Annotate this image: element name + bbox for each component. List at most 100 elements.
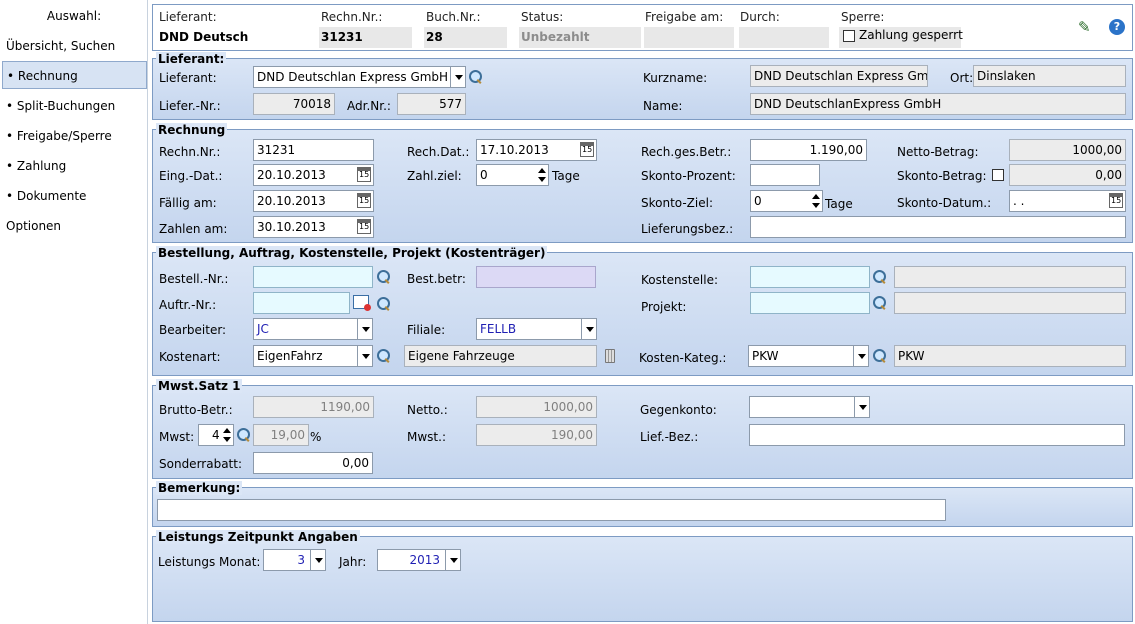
leistungs-monat-dropdown[interactable]: 3 [263, 549, 326, 571]
skontodatum-calendar-icon[interactable] [1109, 193, 1123, 208]
lieferant-dropdown[interactable]: DND Deutschlan Express GmbH [253, 66, 466, 88]
leistungs-monat-value: 3 [297, 553, 305, 567]
name-label: Name: [643, 99, 683, 113]
rechdat-input[interactable]: 17.10.2013 [476, 139, 597, 161]
bestellnr-search-icon[interactable] [376, 269, 391, 284]
zahlen-input[interactable]: 30.10.2013 [253, 216, 374, 238]
kostenstelle-search-icon[interactable] [872, 269, 887, 284]
edit-pen-icon[interactable]: ✎ [1078, 18, 1096, 36]
kostenkateg-desc: PKW [894, 345, 1126, 367]
kostenkateg-dropdown-arrow[interactable] [853, 346, 868, 366]
header-freigabe-value [644, 27, 734, 48]
gesbetr-input[interactable]: 1.190,00 [750, 139, 867, 161]
sidebar-item-zahlung[interactable]: • Zahlung [2, 152, 147, 180]
netto-betrag-field[interactable]: 1000,00 [1009, 139, 1126, 161]
leistungs-monat-dropdown-arrow[interactable] [310, 550, 325, 570]
sidebar-item-uebersicht[interactable]: Übersicht, Suchen [2, 32, 147, 60]
mwst-rate-field[interactable]: 19,00 [253, 424, 309, 446]
kurzname-field[interactable]: DND Deutschlan Express GmbH [750, 65, 928, 87]
auftrnr-search-icon[interactable] [376, 296, 391, 311]
jahr-dropdown-arrow[interactable] [445, 550, 460, 570]
kostenart-dropdown[interactable]: EigenFahrz [253, 345, 373, 367]
gegenkonto-label: Gegenkonto: [640, 403, 717, 417]
kurzname-label: Kurzname: [643, 71, 708, 85]
zahlziel-spinner[interactable] [536, 165, 548, 185]
sonderrabatt-input[interactable]: 0,00 [253, 452, 373, 474]
faellig-input[interactable]: 20.10.2013 [253, 190, 374, 212]
ort-field[interactable]: Dinslaken [973, 65, 1126, 87]
header-bar: Lieferant: DND Deutschlan Rechn.Nr.: 312… [152, 4, 1133, 51]
bemerkung-input[interactable] [157, 499, 946, 521]
ort-label: Ort: [950, 71, 974, 85]
filiale-dropdown-arrow[interactable] [581, 319, 596, 339]
sidebar-item-dokumente[interactable]: • Dokumente [2, 182, 147, 210]
skontodatum-input[interactable]: . . [1009, 190, 1126, 212]
skontoproz-input[interactable] [750, 164, 820, 186]
gegenkonto-dropdown[interactable] [749, 396, 870, 418]
rechnnr-label: Rechn.Nr.: [159, 145, 221, 159]
kostenkateg-search-icon[interactable] [872, 348, 887, 363]
bearbeiter-dropdown[interactable]: JC [253, 318, 373, 340]
auftrnr-label: Auftr.-Nr.: [159, 298, 217, 312]
adrnr-field[interactable]: 577 [397, 93, 466, 115]
projekt-input[interactable] [750, 292, 870, 314]
skontoziel-input[interactable]: 0 [750, 190, 823, 212]
kostenstelle-desc [894, 266, 1126, 288]
zahlziel-input[interactable]: 0 [476, 164, 549, 186]
sidebar-item-freigabe-sperre[interactable]: • Freigabe/Sperre [2, 122, 147, 150]
bestbetr-field[interactable] [476, 266, 596, 288]
lieferant-search-icon[interactable] [468, 69, 483, 84]
trash-icon[interactable] [605, 349, 615, 363]
liefbez-input[interactable] [749, 424, 1125, 446]
leistungs-monat-label: Leistungs Monat: [158, 555, 261, 569]
mwst-code-input[interactable]: 4 [198, 424, 234, 446]
header-sperre-label: Sperre: [841, 10, 885, 24]
filiale-dropdown[interactable]: FELLB [476, 318, 597, 340]
mwst2-field[interactable]: 190,00 [476, 424, 597, 446]
mwst-search-icon[interactable] [236, 427, 251, 442]
header-durch-label: Durch: [740, 10, 780, 24]
help-icon[interactable]: ? [1109, 19, 1125, 35]
header-rechn-value: 31231 [319, 27, 412, 48]
lieferant-dropdown-arrow[interactable] [450, 67, 465, 87]
liefernr-field[interactable]: 70018 [253, 93, 335, 115]
zahlziel-label: Zahl.ziel: [407, 169, 462, 183]
skontobetr-field[interactable]: 0,00 [1009, 164, 1126, 186]
jahr-dropdown[interactable]: 2013 [377, 549, 461, 571]
sidebar-item-split-buchungen[interactable]: • Split-Buchungen [2, 92, 147, 120]
kostenstelle-input[interactable] [750, 266, 870, 288]
projekt-search-icon[interactable] [872, 295, 887, 310]
auftrnr-input[interactable] [253, 292, 350, 314]
skontobetr-checkbox[interactable] [992, 169, 1004, 181]
brutto-field[interactable]: 1190,00 [253, 396, 374, 418]
bearbeiter-dropdown-arrow[interactable] [357, 319, 372, 339]
skontoziel-spinner[interactable] [810, 191, 822, 211]
lieferant-label: Lieferant: [159, 71, 217, 85]
zahlung-gesperrt-label: Zahlung gesperrt [859, 28, 963, 42]
name-field[interactable]: DND DeutschlanExpress GmbH [750, 93, 1126, 115]
lieferbez-input[interactable] [750, 216, 1126, 238]
projekt-desc [894, 292, 1126, 314]
auftrag-new-icon[interactable] [353, 295, 371, 311]
kostenkateg-dropdown[interactable]: PKW [748, 345, 869, 367]
zahlen-calendar-icon[interactable] [357, 219, 371, 234]
skontodatum-label: Skonto-Datum.: [897, 196, 992, 210]
rechdat-calendar-icon[interactable] [580, 142, 594, 157]
rechnnr-input[interactable]: 31231 [253, 139, 374, 161]
sidebar-item-optionen[interactable]: Optionen [2, 212, 147, 240]
eingdat-calendar-icon[interactable] [357, 167, 371, 182]
sidebar-item-rechnung[interactable]: • Rechnung [2, 61, 147, 89]
header-rechn-label: Rechn.Nr.: [321, 10, 383, 24]
bestellnr-input[interactable] [253, 266, 373, 288]
mwst-code-spinner[interactable] [221, 425, 233, 445]
kostenart-dropdown-arrow[interactable] [357, 346, 372, 366]
zahlung-gesperrt-checkbox[interactable] [843, 30, 855, 42]
faellig-label: Fällig am: [159, 196, 217, 210]
gegenkonto-dropdown-arrow[interactable] [854, 397, 869, 417]
kostenart-search-icon[interactable] [376, 348, 391, 363]
mwst-netto-field[interactable]: 1000,00 [476, 396, 597, 418]
header-lieferant-value: DND Deutschlan [159, 30, 249, 44]
faellig-calendar-icon[interactable] [357, 193, 371, 208]
eingdat-input[interactable]: 20.10.2013 [253, 164, 374, 186]
rechdat-label: Rech.Dat.: [407, 145, 470, 159]
